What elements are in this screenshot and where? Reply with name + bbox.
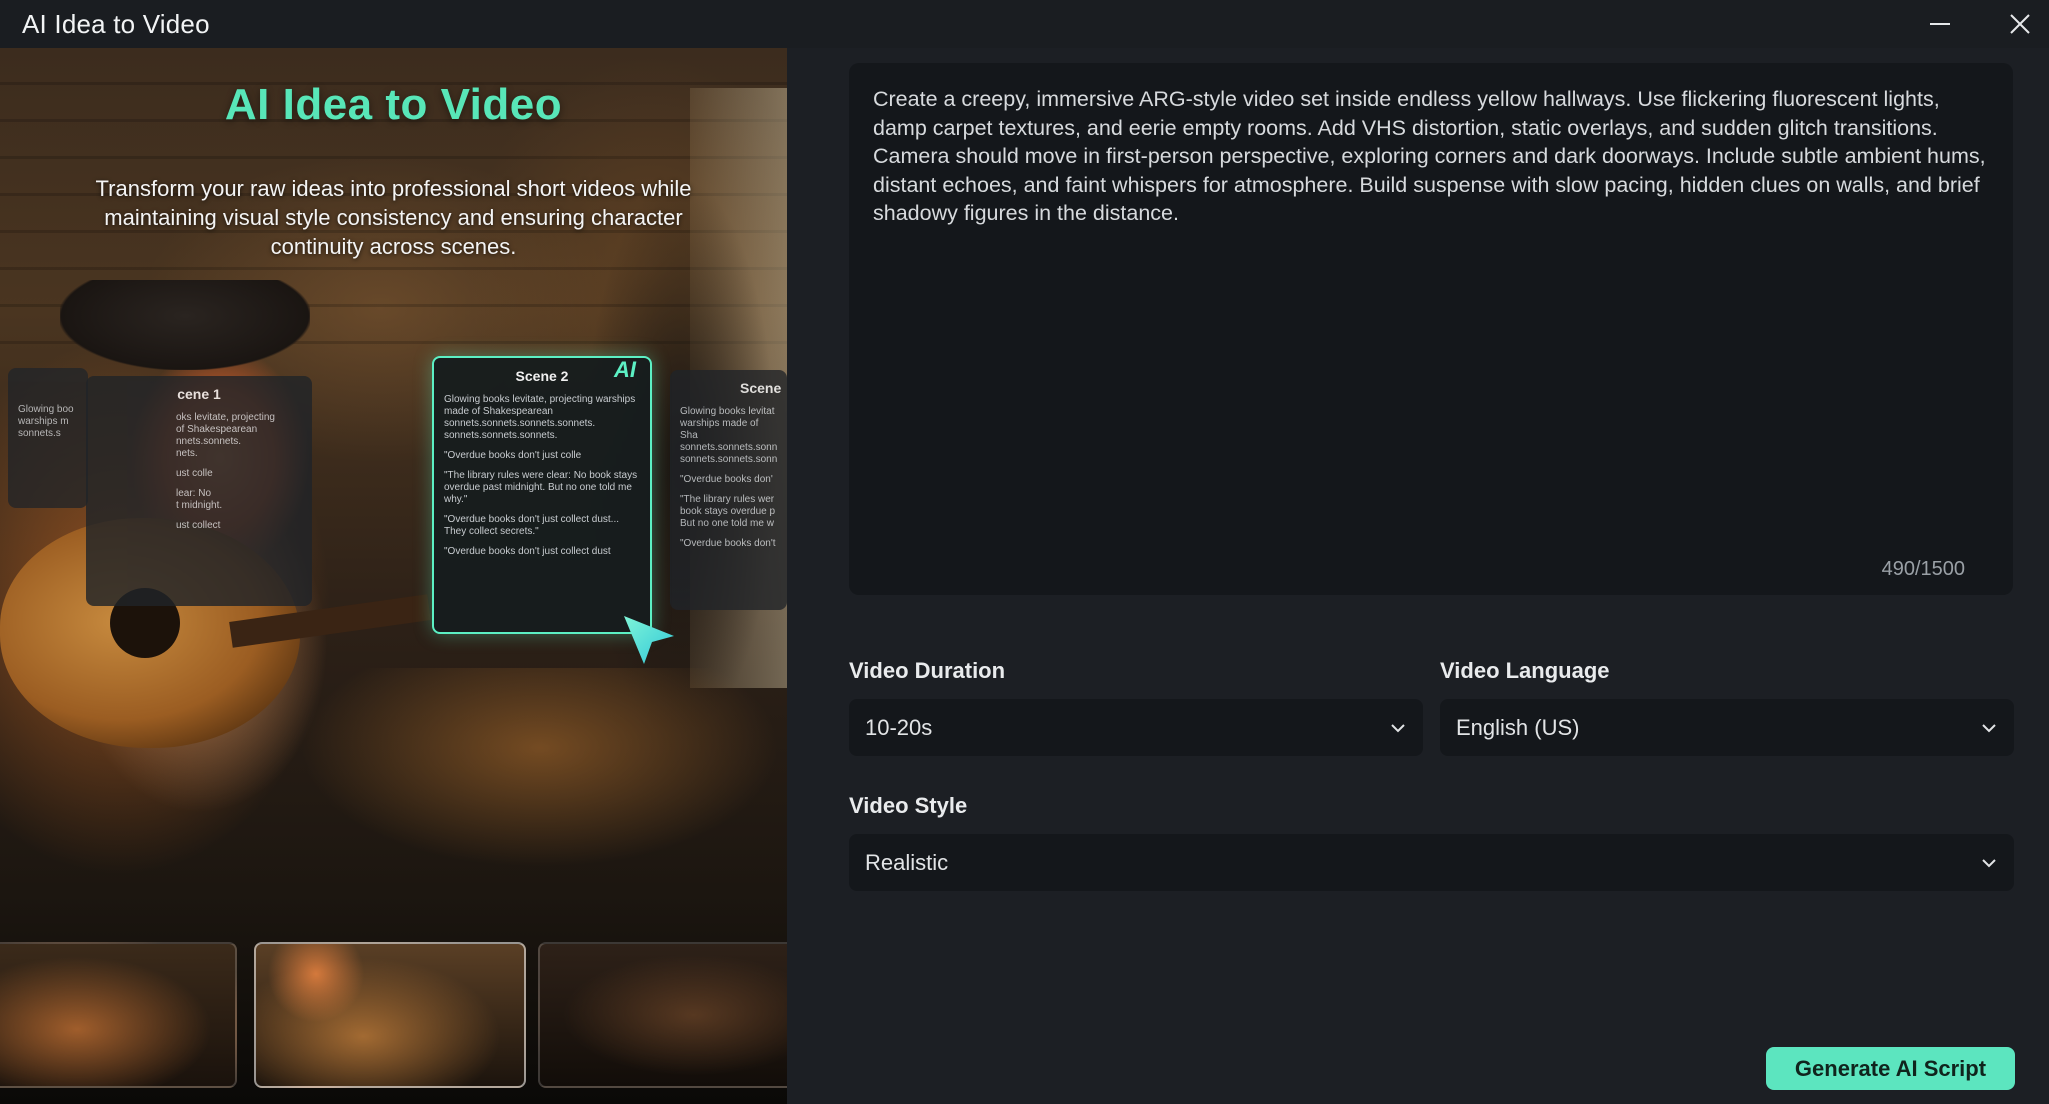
scene-thumbnail[interactable] xyxy=(538,942,787,1088)
scene-card-body: Glowing books levitat warships made of S… xyxy=(670,406,787,550)
character-counter: 490/1500 xyxy=(1881,558,1965,580)
scene-card-2-active: Scene 2 AI Glowing books levitate, proje… xyxy=(432,356,652,634)
app-window: AI Idea to Video AI Idea to Video Transf… xyxy=(0,0,2049,1104)
scene-card-partial-left: Glowing boo warships m sonnets.s xyxy=(8,368,88,508)
scene-card-line: nnets.sonnets. xyxy=(176,436,242,447)
scene-card-body: Glowing boo warships m sonnets.s xyxy=(8,404,88,440)
video-style-value: Realistic xyxy=(865,849,949,875)
scene-card-paragraph: "Overdue books don't just collect dust xyxy=(444,546,611,557)
video-style-label: Video Style xyxy=(849,793,968,818)
scene-card-paragraph: "Overdue books don't just collect dust..… xyxy=(444,514,619,537)
scene-card-line: lear: No xyxy=(176,488,212,499)
scene-card-line: ust collect xyxy=(176,520,221,531)
scene-card-body: Glowing books levitate, projecting warsh… xyxy=(434,394,650,558)
close-button[interactable] xyxy=(1990,0,2049,48)
hero-title: AI Idea to Video xyxy=(224,80,563,129)
close-icon xyxy=(2010,14,2030,34)
scene-card-header: Scene 2 AI xyxy=(434,358,650,394)
video-language-value: English (US) xyxy=(1456,714,1580,740)
scene-card-line: of Shakespearean xyxy=(176,424,258,435)
scene-card-paragraph: "Overdue books don't xyxy=(680,538,776,549)
scene-card-paragraph: "The library rules were clear: No book s… xyxy=(444,470,638,505)
idea-prompt-textarea[interactable]: Create a creepy, immersive ARG-style vid… xyxy=(849,63,2013,595)
minimize-icon xyxy=(1930,23,1950,25)
cursor-arrow-icon xyxy=(624,616,674,664)
ai-badge: AI xyxy=(614,357,636,382)
scene-card-paragraph: Glowing books levitat warships made of S… xyxy=(680,406,778,465)
generate-ai-script-button[interactable]: Generate AI Script xyxy=(1766,1047,2015,1090)
hero-subtitle: Transform your raw ideas into profession… xyxy=(95,176,692,259)
video-duration-value: 10-20s xyxy=(865,714,933,740)
video-language-label: Video Language xyxy=(1440,658,1610,683)
scene-card-3: Scene Glowing books levitat warships mad… xyxy=(670,370,787,610)
scene-card-body: oks levitate, projecting of Shakespearea… xyxy=(86,412,312,532)
chevron-down-icon xyxy=(1982,724,1996,733)
minimize-button[interactable] xyxy=(1910,0,1970,48)
scene-card-paragraph: "Overdue books don't just colle xyxy=(444,450,582,461)
video-duration-select[interactable]: 10-20s xyxy=(849,699,1423,756)
scene-card-line: t midnight. xyxy=(176,500,223,511)
scene-card-title: Scene 2 xyxy=(515,368,569,384)
chevron-down-icon xyxy=(1982,859,1996,868)
prompt-text[interactable]: Create a creepy, immersive ARG-style vid… xyxy=(873,85,1989,228)
scene-card-title: Scene xyxy=(740,380,782,396)
scene-card-line: sonnets.s xyxy=(18,428,61,439)
scene-thumbnail-strip xyxy=(0,942,787,1088)
scene-card-1: cene 1 oks levitate, projecting of Shake… xyxy=(86,376,312,606)
video-language-select[interactable]: English (US) xyxy=(1440,699,2014,756)
scene-card-paragraph: Glowing books levitate, projecting warsh… xyxy=(444,394,636,441)
scene-card-line: oks levitate, projecting xyxy=(176,412,275,423)
chevron-down-icon xyxy=(1391,724,1405,733)
title-bar: AI Idea to Video xyxy=(0,0,2049,48)
scene-card-header xyxy=(8,368,88,404)
window-title: AI Idea to Video xyxy=(22,8,210,39)
video-duration-label: Video Duration xyxy=(849,658,1006,683)
scene-card-line: warships m xyxy=(18,416,69,427)
scene-card-line: ust colle xyxy=(176,468,213,479)
armchair xyxy=(300,668,780,868)
scene-card-title: cene 1 xyxy=(177,386,221,402)
scene-thumbnail[interactable] xyxy=(0,942,237,1088)
scene-card-paragraph: "Overdue books don' xyxy=(680,474,773,485)
video-style-select[interactable]: Realistic xyxy=(849,834,2014,891)
hat-shape xyxy=(60,280,310,370)
hero-banner: AI Idea to Video Transform your raw idea… xyxy=(0,48,787,1104)
scene-card-paragraph: "The library rules wer book stays overdu… xyxy=(680,494,776,529)
scene-card-line: Glowing boo xyxy=(18,404,74,415)
scene-card-line: nets. xyxy=(176,448,198,459)
scene-thumbnail-selected[interactable] xyxy=(254,942,526,1088)
